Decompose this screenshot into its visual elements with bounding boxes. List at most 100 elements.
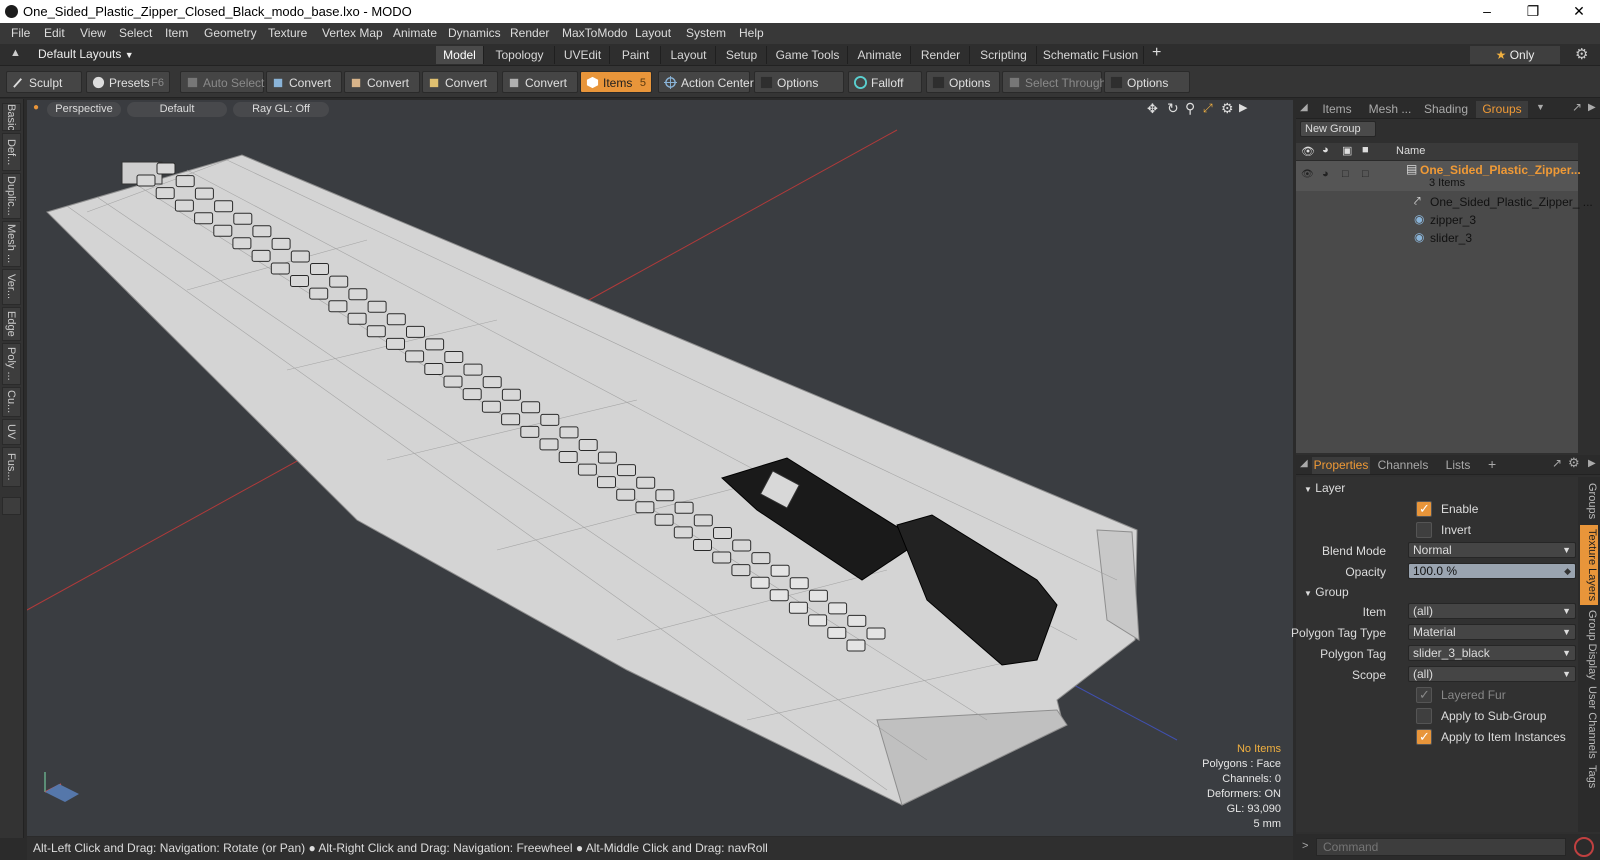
invert-checkbox[interactable] <box>1416 522 1432 538</box>
render-toggle-icon[interactable]: ◕ <box>1322 168 1329 180</box>
panel-menu-icon[interactable]: ◢ <box>1300 458 1308 469</box>
add-tab-button[interactable]: + <box>1152 44 1161 62</box>
convert-button-2[interactable]: Convert <box>344 71 420 93</box>
menu-item[interactable]: Item <box>165 26 188 40</box>
items-mode-button[interactable]: Items 5 <box>580 71 652 93</box>
new-group-button[interactable]: New Group <box>1300 121 1376 137</box>
menu-layout[interactable]: Layout <box>635 26 671 40</box>
gear-icon[interactable]: ⚙ <box>1575 45 1588 63</box>
select-toggle-icon[interactable]: □ <box>1362 168 1369 180</box>
tab-schematic-fusion[interactable]: Schematic Fusion <box>1038 46 1144 64</box>
tab-game-tools[interactable]: Game Tools <box>768 46 848 64</box>
menu-dynamics[interactable]: Dynamics <box>448 26 501 40</box>
auto-select-button[interactable]: Auto Select <box>180 71 264 93</box>
options-button-2[interactable]: Options <box>926 71 1000 93</box>
command-input[interactable] <box>1316 838 1566 856</box>
tab-basic[interactable]: Basic <box>2 103 21 131</box>
opacity-slider[interactable]: 100.0 % ◆ <box>1408 563 1576 579</box>
visibility-eye-icon[interactable]: 👁 <box>1301 169 1314 180</box>
menu-animate[interactable]: Animate <box>393 26 437 40</box>
side-tab-group-display[interactable]: Group Display <box>1580 607 1598 683</box>
menu-file[interactable]: File <box>11 26 30 40</box>
tab-items[interactable]: Items <box>1312 101 1362 118</box>
falloff-button[interactable]: Falloff <box>848 71 922 93</box>
item-select[interactable]: (all) ▼ <box>1408 603 1576 619</box>
expand-toggle[interactable] <box>2 497 21 515</box>
menu-vertex-map[interactable]: Vertex Map <box>322 26 383 40</box>
blend-mode-select[interactable]: Normal ▼ <box>1408 542 1576 558</box>
panel-arrow-icon[interactable]: ▶ <box>1588 458 1596 469</box>
menu-select[interactable]: Select <box>119 26 152 40</box>
menu-maxtomodo[interactable]: MaxToModo <box>562 26 627 40</box>
gear-icon[interactable]: ⚙ <box>1568 455 1580 471</box>
presets-button[interactable]: Presets F6 <box>86 71 170 93</box>
action-center-button[interactable]: Action Center <box>658 71 754 93</box>
layer-section-header[interactable]: ▼ Layer <box>1304 481 1345 495</box>
apply-item-instances-checkbox[interactable] <box>1416 729 1432 745</box>
tree-row-zipper[interactable]: ◉ zipper_3 <box>1296 211 1578 229</box>
scope-select[interactable]: (all) ▼ <box>1408 666 1576 682</box>
maximize-button[interactable]: ❐ <box>1510 0 1556 23</box>
tab-mesh-ops[interactable]: Mesh ... <box>1364 101 1416 118</box>
tab-vertex[interactable]: Ver... <box>2 269 21 305</box>
side-tab-tags[interactable]: Tags <box>1580 761 1598 793</box>
side-tab-groups[interactable]: Groups <box>1580 479 1598 523</box>
side-tab-texture-layers[interactable]: Texture Layers <box>1580 525 1598 605</box>
panel-menu-icon[interactable]: ◢ <box>1300 102 1308 113</box>
group-section-header[interactable]: ▼ Group <box>1304 585 1349 599</box>
tab-fusion[interactable]: Fus... <box>2 447 21 487</box>
menu-geometry[interactable]: Geometry <box>204 26 257 40</box>
side-tab-user-channels[interactable]: User Channels <box>1580 685 1598 759</box>
tab-mesh[interactable]: Mesh ... <box>2 221 21 267</box>
polygon-tag-type-select[interactable]: Material ▼ <box>1408 624 1576 640</box>
tab-deform[interactable]: Def... <box>2 133 21 171</box>
convert-button-4[interactable]: Convert <box>502 71 578 93</box>
tab-shading[interactable]: Shading <box>1418 101 1474 118</box>
lock-toggle-icon[interactable]: □ <box>1342 168 1349 180</box>
tab-lists[interactable]: Lists <box>1436 457 1480 474</box>
tree-row-root[interactable]: 👁 ◕ □ □ ▤ One_Sided_Plastic_Zipper... 3 … <box>1296 161 1581 191</box>
tab-topology[interactable]: Topology <box>485 46 555 64</box>
options-button-1[interactable]: Options <box>754 71 844 93</box>
apply-sub-group-checkbox[interactable] <box>1416 708 1432 724</box>
convert-button-3[interactable]: Convert <box>422 71 498 93</box>
stepper-icon[interactable]: ◆ <box>1564 564 1571 578</box>
menu-system[interactable]: System <box>686 26 726 40</box>
tab-curve[interactable]: Cu... <box>2 387 21 417</box>
polygon-tag-select[interactable]: slider_3_black ▼ <box>1408 645 1576 661</box>
tab-uv[interactable]: UV <box>2 419 21 445</box>
tab-edge[interactable]: Edge <box>2 307 21 341</box>
only-toggle[interactable]: ★ Only <box>1470 46 1560 64</box>
menu-render[interactable]: Render <box>510 26 549 40</box>
tab-render[interactable]: Render <box>912 46 970 64</box>
tab-setup[interactable]: Setup <box>717 46 767 64</box>
maximize-panel-icon[interactable]: ↗ <box>1572 100 1582 114</box>
close-button[interactable]: ✕ <box>1556 0 1600 23</box>
menu-help[interactable]: Help <box>739 26 764 40</box>
maximize-panel-icon[interactable]: ↗ <box>1552 456 1562 470</box>
tab-animate[interactable]: Animate <box>849 46 911 64</box>
tab-scripting[interactable]: Scripting <box>971 46 1037 64</box>
tab-duplicate[interactable]: Duplic... <box>2 173 21 219</box>
record-icon[interactable] <box>1574 837 1594 857</box>
menu-edit[interactable]: Edit <box>44 26 65 40</box>
tab-properties[interactable]: Properties <box>1312 457 1370 474</box>
pin-icon[interactable]: ▲ <box>10 47 21 59</box>
layered-fur-checkbox[interactable] <box>1416 687 1432 703</box>
tab-model[interactable]: Model <box>436 46 484 64</box>
select-through-button[interactable]: Select Through <box>1002 71 1106 93</box>
default-layouts-dropdown[interactable]: Default Layouts ▼ <box>38 47 134 61</box>
panel-arrow-icon[interactable]: ▶ <box>1588 102 1596 113</box>
sculpt-button[interactable]: Sculpt <box>6 71 82 93</box>
tab-groups[interactable]: Groups <box>1476 101 1528 118</box>
tab-layout[interactable]: Layout <box>662 46 716 64</box>
convert-button-1[interactable]: Convert <box>266 71 342 93</box>
menu-view[interactable]: View <box>80 26 106 40</box>
chevron-down-icon[interactable]: ▼ <box>1536 102 1545 112</box>
options-button-3[interactable]: Options <box>1104 71 1190 93</box>
enable-checkbox[interactable] <box>1416 501 1432 517</box>
tree-row-mesh[interactable]: ⤤ One_Sided_Plastic_Zipper_ ... <box>1296 193 1593 211</box>
tab-uvedit[interactable]: UVEdit <box>556 46 610 64</box>
tab-channels[interactable]: Channels <box>1374 457 1432 474</box>
tab-paint[interactable]: Paint <box>611 46 661 64</box>
